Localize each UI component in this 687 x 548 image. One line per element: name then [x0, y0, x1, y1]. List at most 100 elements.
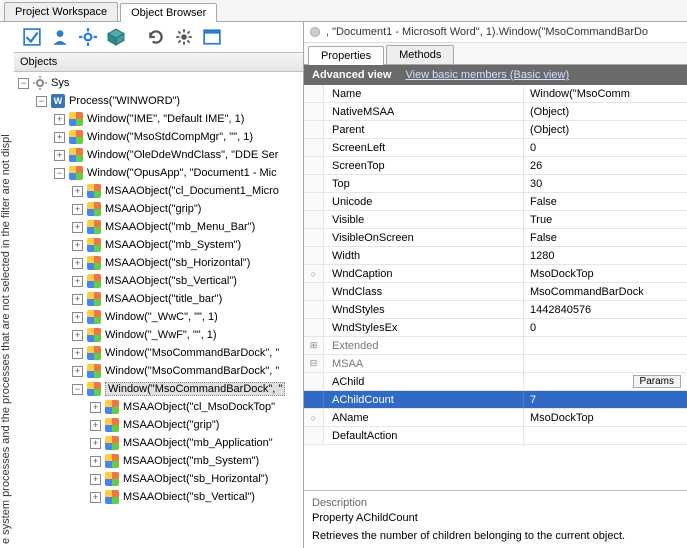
tree-node[interactable]: + MSAAObject("grip")	[14, 416, 303, 434]
tree-label: Sys	[51, 77, 69, 89]
row-gutter	[304, 85, 324, 102]
collapse-icon[interactable]: ⊟	[304, 355, 324, 372]
property-grid[interactable]: NameWindow("MsoCommNativeMSAA(Object)Par…	[304, 85, 687, 490]
property-row[interactable]: WndStylesEx0	[304, 319, 687, 337]
tree-node[interactable]: − Sys	[14, 74, 303, 92]
tree-node[interactable]: +MSAAObject("mb_System")	[14, 236, 303, 254]
tree-node[interactable]: +MSAAObject("grip")	[14, 200, 303, 218]
property-row[interactable]: VisibleTrue	[304, 211, 687, 229]
expand-icon[interactable]: +	[54, 150, 65, 161]
tree-node[interactable]: + MSAAObiect("sb_Vertical")	[14, 488, 303, 506]
sidebar-hint-text: e system processes and the processes tha…	[0, 22, 14, 548]
property-name: WndStylesEx	[324, 319, 524, 336]
tree-node[interactable]: +Window("OleDdeWndClass", "DDE Ser	[14, 146, 303, 164]
property-row[interactable]: AChildParams	[304, 373, 687, 391]
expand-icon[interactable]: +	[72, 240, 83, 251]
expand-icon[interactable]: +	[90, 492, 101, 503]
object-tree[interactable]: −Sys−WProcess("WINWORD")+Window("IME", "…	[14, 72, 303, 548]
property-row[interactable]: Width1280	[304, 247, 687, 265]
property-row[interactable]: VisibleOnScreenFalse	[304, 229, 687, 247]
expand-icon[interactable]: +	[72, 222, 83, 233]
property-value: 26	[524, 157, 687, 174]
tree-node[interactable]: + MSAAObject("mb_System")	[14, 452, 303, 470]
expand-icon[interactable]: +	[54, 132, 65, 143]
expand-icon[interactable]: +	[90, 438, 101, 449]
tree-node[interactable]: +Window("_WwC", "", 1)	[14, 308, 303, 326]
property-row[interactable]: Parent(Object)	[304, 121, 687, 139]
tool-user-icon[interactable]	[48, 25, 72, 49]
tree-node[interactable]: +MSAAObject("sb_Horizontal")	[14, 254, 303, 272]
expand-icon[interactable]: +	[72, 330, 83, 341]
expand-icon[interactable]: +	[90, 402, 101, 413]
tree-node[interactable]: +MSAAObject("mb_Menu_Bar")	[14, 218, 303, 236]
tree-node[interactable]: +MSAAObject("mb_Application"	[14, 434, 303, 452]
expand-icon[interactable]: +	[72, 294, 83, 305]
tab-project-workspace[interactable]: Project Workspace	[4, 2, 118, 21]
property-row[interactable]: ○WndCaptionMsoDockTop	[304, 265, 687, 283]
tree-node[interactable]: −WProcess("WINWORD")	[14, 92, 303, 110]
property-row[interactable]: AChildCount7	[304, 391, 687, 409]
tree-label: MSAAObject("sb_Horizontal")	[123, 473, 268, 485]
tree-label: MSAAObiect("sb_Vertical")	[123, 491, 255, 503]
expand-icon[interactable]: +	[90, 420, 101, 431]
tree-node[interactable]: −Window("MsoCommandBarDock", "	[14, 380, 303, 398]
tree-node[interactable]: +Window("MsoStdCompMgr", "", 1)	[14, 128, 303, 146]
tool-gear-icon[interactable]	[76, 25, 100, 49]
collapse-icon[interactable]: −	[36, 96, 47, 107]
property-row[interactable]: ○ANameMsoDockTop	[304, 409, 687, 427]
expand-icon[interactable]: +	[72, 258, 83, 269]
expand-icon[interactable]: +	[54, 114, 65, 125]
collapse-icon[interactable]: −	[18, 78, 29, 89]
property-row[interactable]: ScreenTop26	[304, 157, 687, 175]
tool-checkbox-icon[interactable]	[20, 25, 44, 49]
tree-label: MSAAObject("sb_Vertical")	[105, 275, 237, 287]
tree-label: MSAAObject("mb_System")	[123, 455, 259, 467]
tree-node[interactable]: −Window("OpusApp", "Document1 - Mic	[14, 164, 303, 182]
tree-node[interactable]: +Window("MsoCommandBarDock", "	[14, 344, 303, 362]
tool-window-icon[interactable]	[200, 25, 224, 49]
expand-icon[interactable]: +	[72, 312, 83, 323]
expand-icon[interactable]: +	[90, 474, 101, 485]
expand-icon[interactable]: +	[72, 204, 83, 215]
property-section[interactable]: ⊞Extended	[304, 337, 687, 355]
property-row[interactable]: Top30	[304, 175, 687, 193]
tree-node[interactable]: +MSAAObject("title_bar")	[14, 290, 303, 308]
tool-settings-icon[interactable]	[172, 25, 196, 49]
tree-node[interactable]: +Window("MsoCommandBarDock", "	[14, 362, 303, 380]
tab-properties[interactable]: Properties	[308, 46, 384, 65]
property-section[interactable]: ⊟MSAA	[304, 355, 687, 373]
property-row[interactable]: NameWindow("MsoComm	[304, 85, 687, 103]
description-body: Retrieves the number of children belongi…	[312, 530, 679, 542]
expand-icon[interactable]: +	[72, 276, 83, 287]
tab-methods[interactable]: Methods	[386, 45, 454, 64]
property-row[interactable]: ScreenLeft0	[304, 139, 687, 157]
expand-icon[interactable]: +	[72, 348, 83, 359]
expand-icon[interactable]: ⊞	[304, 337, 324, 354]
expand-icon[interactable]: +	[90, 456, 101, 467]
tree-label: MSAAObject("grip")	[123, 419, 219, 431]
tree-node[interactable]: +Window("_WwF", "", 1)	[14, 326, 303, 344]
row-gutter: ○	[304, 265, 324, 282]
property-row[interactable]: UnicodeFalse	[304, 193, 687, 211]
tab-object-browser[interactable]: Object Browser	[120, 3, 217, 22]
windows-flag-icon	[86, 363, 102, 379]
collapse-icon[interactable]: −	[54, 168, 65, 179]
tree-node[interactable]: + MSAAObject("sb_Horizontal")	[14, 470, 303, 488]
tree-node[interactable]: + MSAAObject("sb_Vertical")	[14, 272, 303, 290]
property-name: NativeMSAA	[324, 103, 524, 120]
tree-node[interactable]: +MSAAObject("cl_MsoDockTop"	[14, 398, 303, 416]
property-row[interactable]: WndStyles1442840576	[304, 301, 687, 319]
property-value: 0	[524, 139, 687, 156]
property-row[interactable]: NativeMSAA(Object)	[304, 103, 687, 121]
tree-node[interactable]: +MSAAObject("cl_Document1_Micro	[14, 182, 303, 200]
expand-icon[interactable]: +	[72, 366, 83, 377]
view-basic-link[interactable]: View basic members (Basic view)	[405, 69, 569, 81]
property-row[interactable]: DefaultAction	[304, 427, 687, 445]
tree-node[interactable]: +Window("IME", "Default IME", 1)	[14, 110, 303, 128]
tool-refresh-icon[interactable]	[144, 25, 168, 49]
tool-cube-icon[interactable]	[104, 25, 128, 49]
collapse-icon[interactable]: −	[72, 384, 83, 395]
property-row[interactable]: WndClassMsoCommandBarDock	[304, 283, 687, 301]
params-button[interactable]: Params	[633, 375, 681, 388]
expand-icon[interactable]: +	[72, 186, 83, 197]
